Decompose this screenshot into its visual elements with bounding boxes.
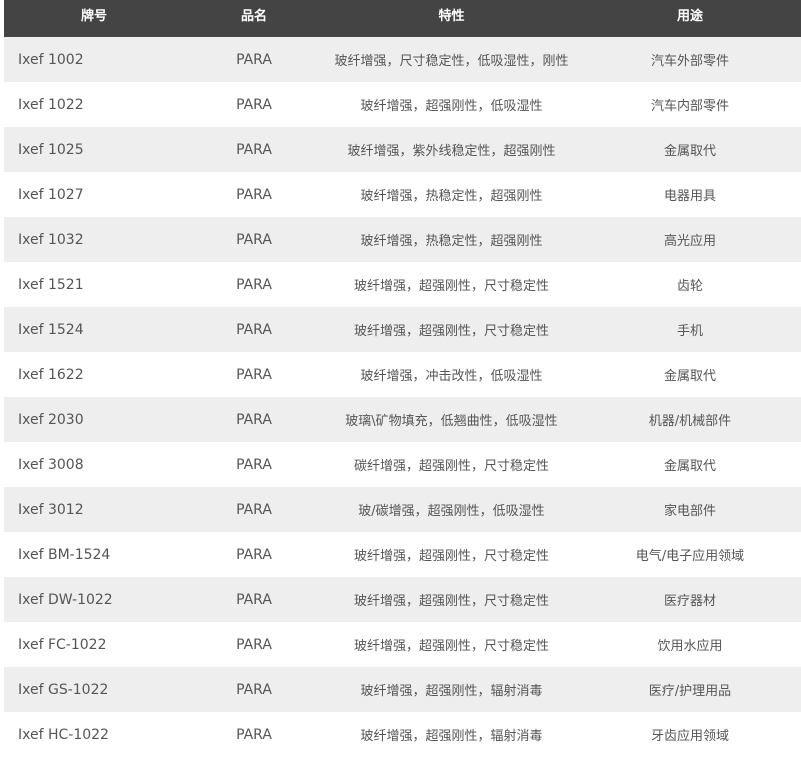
cell-product-name: PARA <box>236 546 272 563</box>
cell-properties: 碳纤增强，超强刚性，尺寸稳定性 <box>353 459 549 474</box>
cell-product-name: PARA <box>236 636 272 653</box>
table-row: Ixef FC-1022 PARA 玻纤增强，超强刚性，尺寸稳定性 饮用水应用 <box>4 622 801 667</box>
header-product-name: 品名 <box>240 9 267 24</box>
cell-properties: 玻纤增强，超强刚性，辐射消毒 <box>360 684 543 699</box>
table-row: Ixef DW-1022 PARA 玻纤增强，超强刚性，尺寸稳定性 医疗器材 <box>4 577 801 622</box>
cell-applications: 医疗器材 <box>663 594 716 609</box>
table-row: Ixef 1002 PARA 玻纤增强，尺寸稳定性，低吸湿性，刚性 汽车外部零件 <box>4 37 801 82</box>
cell-product-name: PARA <box>236 96 272 113</box>
product-table: 牌号 品名 特性 用途 Ixef 1002 PARA 玻纤增强，尺寸稳定性，低吸湿性… <box>4 0 801 757</box>
table-row: Ixef 2030 PARA 玻璃\矿物填充，低翘曲性，低吸湿性 机器/机械部件 <box>4 397 801 442</box>
cell-properties: 玻纤增强，热稳定性，超强刚性 <box>360 189 543 204</box>
cell-product-name: PARA <box>236 276 272 293</box>
cell-applications: 汽车内部零件 <box>650 99 729 114</box>
cell-applications: 牙齿应用领域 <box>650 729 729 744</box>
cell-product-name: PARA <box>236 231 272 248</box>
table-row: Ixef 1022 PARA 玻纤增强，超强刚性，低吸湿性 汽车内部零件 <box>4 82 801 127</box>
cell-applications: 金属取代 <box>663 459 716 474</box>
table-row: Ixef 3008 PARA 碳纤增强，超强刚性，尺寸稳定性 金属取代 <box>4 442 801 487</box>
cell-product-name: PARA <box>236 186 272 203</box>
cell-grade: Ixef 1002 <box>18 51 84 68</box>
cell-product-name: PARA <box>236 51 272 68</box>
cell-grade: Ixef BM-1524 <box>18 546 111 563</box>
cell-properties: 玻/碳增强，超强刚性，低吸湿性 <box>358 504 545 519</box>
cell-applications: 电器用具 <box>663 189 716 204</box>
cell-grade: Ixef FC-1022 <box>18 636 107 653</box>
cell-grade: Ixef 1025 <box>18 141 84 158</box>
cell-applications: 金属取代 <box>663 369 716 384</box>
cell-properties: 玻纤增强，热稳定性，超强刚性 <box>360 234 543 249</box>
cell-properties: 玻纤增强，冲击改性，低吸湿性 <box>360 369 543 384</box>
cell-product-name: PARA <box>236 726 272 743</box>
product-table-container: 牌号 品名 特性 用途 Ixef 1002 PARA 玻纤增强，尺寸稳定性，低吸湿性… <box>4 0 801 757</box>
cell-grade: Ixef 1622 <box>18 366 84 383</box>
cell-properties: 玻璃\矿物填充，低翘曲性，低吸湿性 <box>345 414 558 429</box>
cell-applications: 电气/电子应用领域 <box>635 549 745 564</box>
cell-applications: 齿轮 <box>676 279 703 294</box>
cell-product-name: PARA <box>236 411 272 428</box>
table-row: Ixef 3012 PARA 玻/碳增强，超强刚性，低吸湿性 家电部件 <box>4 487 801 532</box>
header-applications: 用途 <box>676 9 703 24</box>
cell-grade: Ixef 1032 <box>18 231 84 248</box>
cell-applications: 机器/机械部件 <box>648 414 732 429</box>
cell-properties: 玻纤增强，超强刚性，低吸湿性 <box>360 99 543 114</box>
cell-properties: 玻纤增强，超强刚性，尺寸稳定性 <box>353 324 549 339</box>
cell-applications: 金属取代 <box>663 144 716 159</box>
cell-grade: Ixef 1521 <box>18 276 84 293</box>
header-grade: 牌号 <box>80 9 107 24</box>
cell-product-name: PARA <box>236 456 272 473</box>
table-row: Ixef 1524 PARA 玻纤增强，超强刚性，尺寸稳定性 手机 <box>4 307 801 352</box>
table-row: Ixef BM-1524 PARA 玻纤增强，超强刚性，尺寸稳定性 电气/电子应用领域 <box>4 532 801 577</box>
cell-product-name: PARA <box>236 366 272 383</box>
cell-grade: Ixef HC-1022 <box>18 726 109 743</box>
table-row: Ixef 1521 PARA 玻纤增强，超强刚性，尺寸稳定性 齿轮 <box>4 262 801 307</box>
cell-applications: 家电部件 <box>663 504 716 519</box>
cell-properties: 玻纤增强，紫外线稳定性，超强刚性 <box>347 144 556 159</box>
cell-product-name: PARA <box>236 321 272 338</box>
cell-grade: Ixef 1027 <box>18 186 84 203</box>
table-row: Ixef 1032 PARA 玻纤增强，热稳定性，超强刚性 高光应用 <box>4 217 801 262</box>
cell-product-name: PARA <box>236 591 272 608</box>
cell-applications: 医疗/护理用品 <box>648 684 732 699</box>
header-properties: 特性 <box>438 9 465 24</box>
cell-grade: Ixef 1524 <box>18 321 84 338</box>
cell-grade: Ixef GS-1022 <box>18 681 109 698</box>
cell-product-name: PARA <box>236 681 272 698</box>
cell-properties: 玻纤增强，超强刚性，尺寸稳定性 <box>353 594 549 609</box>
table-row: Ixef GS-1022 PARA 玻纤增强，超强刚性，辐射消毒 医疗/护理用品 <box>4 667 801 712</box>
header-row: 牌号 品名 特性 用途 <box>4 0 801 37</box>
cell-grade: Ixef DW-1022 <box>18 591 113 608</box>
table-row: Ixef HC-1022 PARA 玻纤增强，超强刚性，辐射消毒 牙齿应用领域 <box>4 712 801 757</box>
cell-applications: 高光应用 <box>663 234 716 249</box>
cell-properties: 玻纤增强，超强刚性，尺寸稳定性 <box>353 549 549 564</box>
cell-properties: 玻纤增强，尺寸稳定性，低吸湿性，刚性 <box>334 54 569 69</box>
table-row: Ixef 1622 PARA 玻纤增强，冲击改性，低吸湿性 金属取代 <box>4 352 801 397</box>
table-body: Ixef 1002 PARA 玻纤增强，尺寸稳定性，低吸湿性，刚性 汽车外部零件 Ixe… <box>4 37 801 757</box>
cell-applications: 手机 <box>676 324 703 339</box>
table-row: Ixef 1027 PARA 玻纤增强，热稳定性，超强刚性 电器用具 <box>4 172 801 217</box>
table-header: 牌号 品名 特性 用途 <box>4 0 801 37</box>
cell-product-name: PARA <box>236 501 272 518</box>
cell-applications: 饮用水应用 <box>657 639 723 654</box>
cell-applications: 汽车外部零件 <box>650 54 729 69</box>
cell-grade: Ixef 3008 <box>18 456 84 473</box>
cell-properties: 玻纤增强，超强刚性，尺寸稳定性 <box>353 639 549 654</box>
cell-properties: 玻纤增强，超强刚性，辐射消毒 <box>360 729 543 744</box>
table-row: Ixef 1025 PARA 玻纤增强，紫外线稳定性，超强刚性 金属取代 <box>4 127 801 172</box>
cell-grade: Ixef 1022 <box>18 96 84 113</box>
cell-properties: 玻纤增强，超强刚性，尺寸稳定性 <box>353 279 549 294</box>
cell-product-name: PARA <box>236 141 272 158</box>
cell-grade: Ixef 2030 <box>18 411 84 428</box>
cell-grade: Ixef 3012 <box>18 501 84 518</box>
